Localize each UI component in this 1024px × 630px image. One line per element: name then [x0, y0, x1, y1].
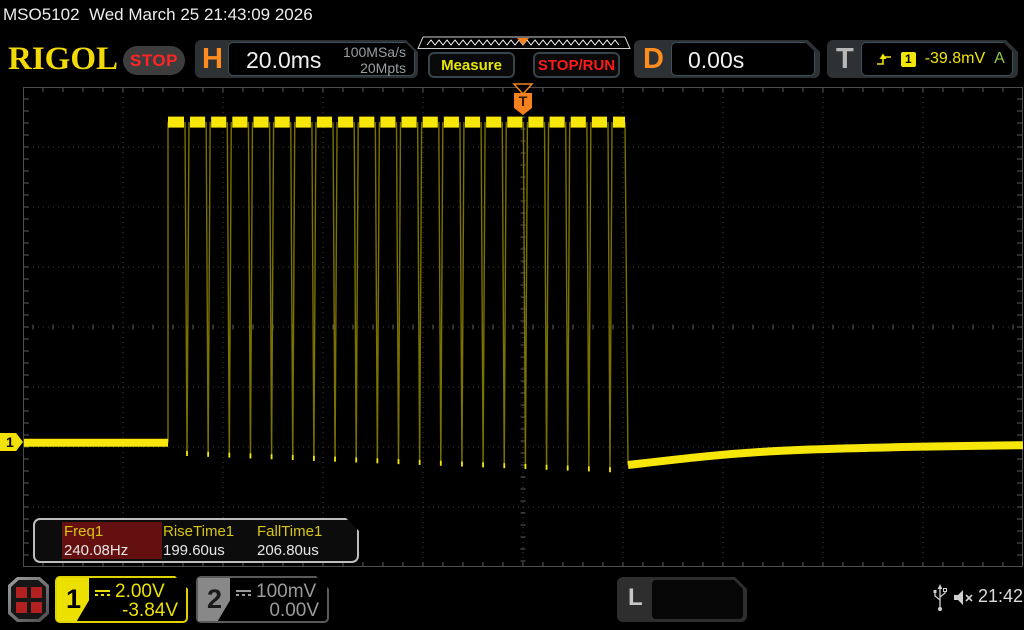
- trigger-label: T: [836, 41, 854, 77]
- logic-channels: 0 1 2 3 4 5 6 7 8 9 1011 12131415: [652, 580, 743, 619]
- menu-grid-icon[interactable]: [8, 577, 49, 622]
- measurement-results-box[interactable]: Freq1 240.08Hz RiseTime1 199.60us FallTi…: [33, 518, 359, 563]
- run-state-badge[interactable]: STOP: [123, 46, 185, 75]
- stop-run-button[interactable]: STOP/RUN: [533, 52, 620, 78]
- measurement-value: 240.08Hz: [64, 542, 128, 559]
- menu-square: [16, 587, 27, 598]
- channel1-offset: -3.84V: [122, 600, 178, 622]
- trigger-slope-icon: [876, 52, 892, 66]
- measurement-label[interactable]: FallTime1: [257, 523, 322, 540]
- acquisition-info: 100MSa/s 20Mpts: [343, 44, 406, 76]
- channel1-level-marker[interactable]: 1: [0, 433, 23, 451]
- timebase-value: 20.0ms: [246, 47, 321, 74]
- svg-text:T: T: [519, 93, 528, 109]
- menu-square: [16, 602, 27, 613]
- trigger-source-badge: 1: [901, 52, 916, 67]
- waveform-display[interactable]: T: [23, 87, 1023, 567]
- usb-icon: [932, 584, 948, 612]
- trigger-sweep-mode: A: [994, 50, 1005, 68]
- menu-grid-icon-inner: [11, 580, 46, 619]
- menu-square: [31, 602, 42, 613]
- measurement-label[interactable]: RiseTime1: [163, 523, 234, 540]
- menu-square: [31, 587, 42, 598]
- memory-position-bar[interactable]: [417, 36, 631, 50]
- memory-depth: 20Mpts: [343, 60, 406, 76]
- delay-value-panel[interactable]: 0.00s: [671, 42, 815, 76]
- delay-label: D: [643, 41, 664, 77]
- horizontal-panel[interactable]: H 20.0ms 100MSa/s 20Mpts: [195, 40, 418, 78]
- measurement-value: 206.80us: [257, 542, 319, 559]
- channel1-badge[interactable]: 1: [57, 578, 89, 621]
- channel2-offset: 0.00V: [269, 600, 319, 622]
- channel2-badge[interactable]: 2: [198, 578, 230, 621]
- channel2-status[interactable]: 2 100mV 0.00V: [196, 576, 329, 623]
- dc-coupling-icon: [236, 590, 251, 596]
- delay-value: 0.00s: [688, 47, 744, 74]
- speaker-muted-icon[interactable]: [953, 589, 976, 606]
- logic-label: L: [628, 584, 643, 612]
- measurement-value: 199.60us: [163, 542, 225, 559]
- measurement-label[interactable]: Freq1: [64, 523, 103, 540]
- clock: 21:42: [978, 586, 1023, 607]
- oscilloscope-screen: MSO5102 Wed March 25 21:43:09 2026 RIGOL…: [0, 0, 1024, 630]
- channel1-status[interactable]: 1 2.00V -3.84V: [55, 576, 188, 623]
- logic-row1: 0 1 2 3 4 5 6 7: [652, 618, 743, 630]
- sample-rate: 100MSa/s: [343, 44, 406, 60]
- logic-analyzer-status[interactable]: L 0 1 2 3 4 5 6 7 8 9 1011 12131415: [617, 577, 747, 622]
- measure-button[interactable]: Measure: [428, 52, 515, 78]
- trigger-panel[interactable]: T 1 -39.8mV A: [827, 40, 1018, 78]
- rigol-logo: RIGOL: [8, 41, 118, 78]
- trigger-info-panel[interactable]: 1 -39.8mV A: [861, 42, 1013, 76]
- horizontal-label: H: [202, 41, 223, 77]
- delay-panel[interactable]: D 0.00s: [634, 40, 820, 78]
- trigger-level: -39.8mV: [925, 50, 985, 68]
- timebase-panel[interactable]: 20.0ms 100MSa/s 20Mpts: [228, 42, 415, 76]
- dc-coupling-icon: [95, 590, 110, 596]
- model-and-datetime: MSO5102 Wed March 25 21:43:09 2026: [3, 5, 313, 25]
